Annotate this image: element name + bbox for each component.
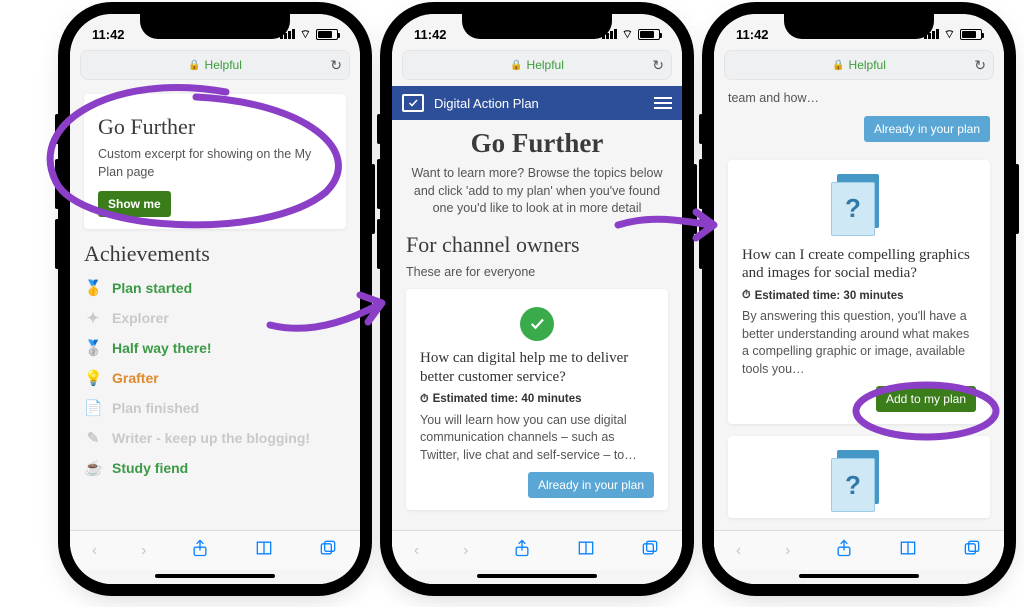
already-in-plan-button[interactable]: Already in your plan: [864, 116, 990, 142]
url-host: Helpful: [527, 58, 564, 72]
reload-icon[interactable]: ↻: [974, 57, 986, 74]
battery-icon: [960, 29, 982, 40]
wifi-icon: ⌔: [944, 27, 955, 42]
annotation-circle-add-button: [848, 378, 1018, 453]
home-indicator[interactable]: [799, 574, 919, 578]
lock-icon: 🔒: [510, 60, 522, 71]
bookmarks-icon[interactable]: [898, 538, 918, 563]
reload-icon[interactable]: ↻: [330, 57, 342, 74]
bookmarks-icon[interactable]: [576, 538, 596, 563]
battery-icon: [316, 29, 338, 40]
share-icon[interactable]: [834, 538, 854, 563]
forward-icon[interactable]: ›: [463, 542, 468, 560]
clock: 11:42: [92, 27, 125, 42]
home-indicator[interactable]: [477, 574, 597, 578]
annotation-arrow-1: [260, 280, 400, 355]
url-host: Helpful: [849, 58, 886, 72]
achievement-item: ☕Study fiend: [84, 453, 346, 483]
reload-icon[interactable]: ↻: [652, 57, 664, 74]
safari-toolbar: ‹ ›: [392, 530, 682, 570]
back-icon[interactable]: ‹: [414, 542, 419, 560]
forward-icon[interactable]: ›: [141, 542, 146, 560]
achievement-item: 💡Grafter: [84, 363, 346, 393]
phone-3: 11:42 ⌔ 🔒 Helpful ↻ team and how… Alread…: [714, 14, 1004, 584]
battery-icon: [638, 29, 660, 40]
clock-icon: ⏱: [742, 289, 751, 302]
mug-icon: ☕: [84, 459, 102, 477]
clock: 11:42: [736, 27, 769, 42]
menu-icon[interactable]: [654, 97, 672, 109]
browser-url-bar[interactable]: 🔒 Helpful ↻: [724, 50, 994, 80]
home-indicator[interactable]: [155, 574, 275, 578]
check-circle-icon: [520, 307, 554, 341]
share-icon[interactable]: [190, 538, 210, 563]
medal-icon: 🥇: [84, 279, 102, 297]
bookmarks-icon[interactable]: [254, 538, 274, 563]
topic-title: How can digital help me to deliver bette…: [420, 349, 654, 387]
estimated-time: ⏱Estimated time: 40 minutes: [420, 393, 654, 406]
wifi-icon: ⌔: [300, 27, 311, 42]
forward-icon[interactable]: ›: [785, 542, 790, 560]
url-host: Helpful: [205, 58, 242, 72]
already-in-plan-button[interactable]: Already in your plan: [528, 472, 654, 498]
safari-toolbar: ‹ ›: [714, 530, 1004, 570]
phone-notch: [140, 13, 290, 39]
medal-icon: 🥈: [84, 339, 102, 357]
annotation-circle-go-further: [36, 82, 356, 257]
annotation-arrow-2: [610, 200, 730, 255]
topic-card[interactable]: How can digital help me to deliver bette…: [406, 289, 668, 510]
app-logo-icon: [402, 94, 424, 112]
topic-body-fragment: team and how…: [728, 90, 990, 108]
phone-2: 11:42 ⌔ 🔒 Helpful ↻ Digital Action Plan: [392, 14, 682, 584]
browser-url-bar[interactable]: 🔒 Helpful ↻: [80, 50, 350, 80]
topic-body: You will learn how you can use digital c…: [420, 412, 654, 465]
topic-title: How can I create compelling graphics and…: [742, 246, 976, 284]
app-header: Digital Action Plan: [392, 86, 682, 120]
tabs-icon[interactable]: [962, 538, 982, 563]
tabs-icon[interactable]: [318, 538, 338, 563]
tabs-icon[interactable]: [640, 538, 660, 563]
document-question-icon: ?: [831, 450, 887, 514]
browser-url-bar[interactable]: 🔒 Helpful ↻: [402, 50, 672, 80]
topic-body: By answering this question, you'll have …: [742, 308, 976, 378]
back-icon[interactable]: ‹: [92, 542, 97, 560]
estimated-time: ⏱Estimated time: 30 minutes: [742, 289, 976, 302]
lock-icon: 🔒: [832, 60, 844, 71]
wifi-icon: ⌔: [622, 27, 633, 42]
document-question-icon: ?: [831, 174, 887, 238]
achievement-item: 📄Plan finished: [84, 393, 346, 423]
doc-icon: 📄: [84, 399, 102, 417]
pencil-icon: ✎: [84, 429, 102, 447]
lamp-icon: 💡: [84, 369, 102, 387]
clock-icon: ⏱: [420, 393, 429, 406]
achievement-item: ✎Writer - keep up the blogging!: [84, 423, 346, 453]
safari-toolbar: ‹ ›: [70, 530, 360, 570]
section-subtitle: These are for everyone: [406, 264, 668, 282]
clock: 11:42: [414, 27, 447, 42]
star-icon: ✦: [84, 309, 102, 327]
share-icon[interactable]: [512, 538, 532, 563]
page-title: Go Further: [406, 128, 668, 159]
back-icon[interactable]: ‹: [736, 542, 741, 560]
lock-icon: 🔒: [188, 60, 200, 71]
app-title: Digital Action Plan: [434, 96, 644, 111]
